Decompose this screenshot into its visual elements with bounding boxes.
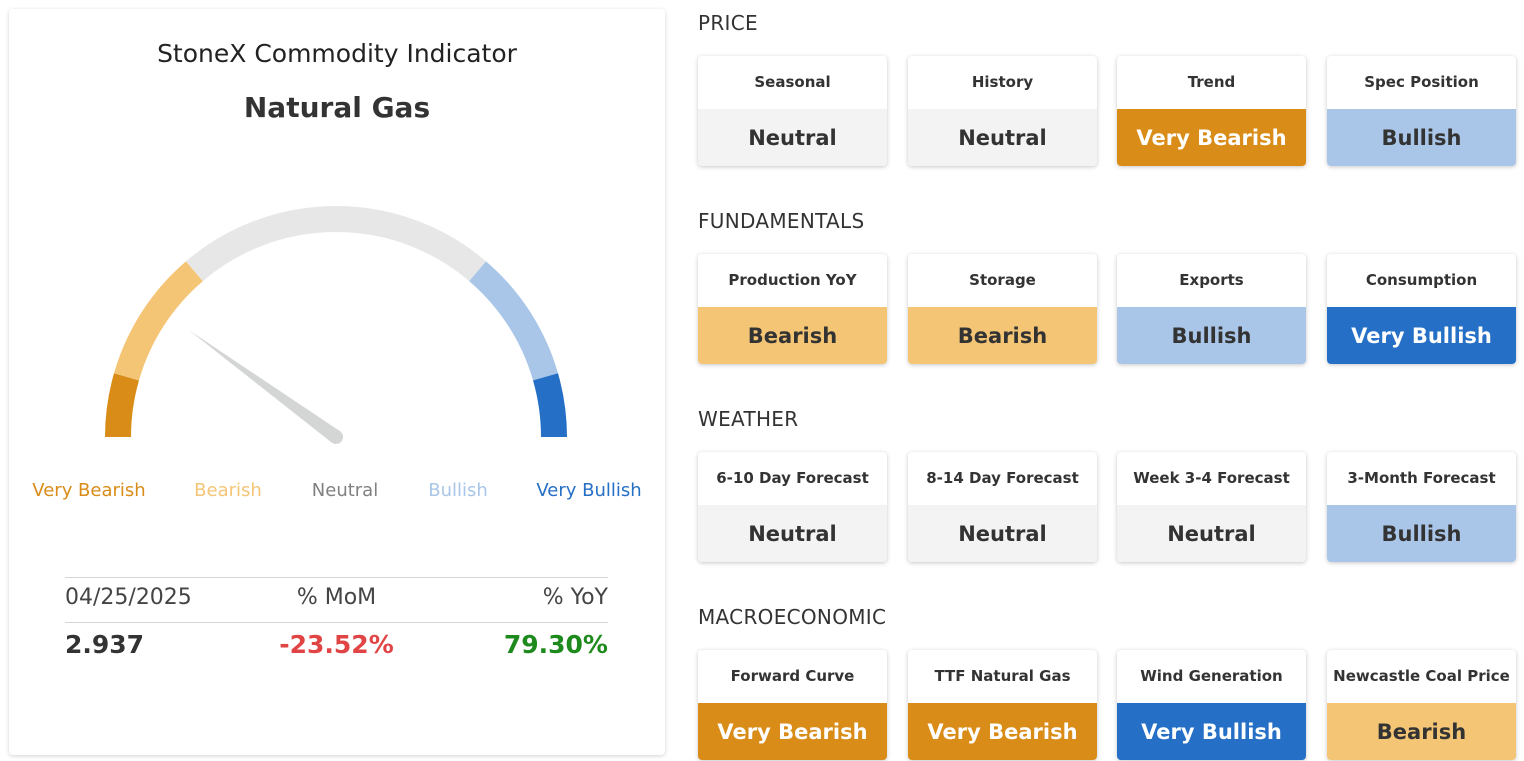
stats-mom-label: % MoM — [296, 585, 377, 610]
card-value: Neutral — [698, 505, 887, 562]
section-title-macroeconomic: MACROECONOMIC — [698, 605, 887, 629]
card-label: Seasonal — [754, 73, 831, 91]
card-label: Spec Position — [1364, 73, 1479, 91]
card-3-month-forecast[interactable]: 3-Month Forecast Bullish — [1327, 452, 1516, 562]
section-title-weather: WEATHER — [698, 407, 799, 431]
card-value: Neutral — [908, 505, 1097, 562]
card-value: Very Bearish — [698, 703, 887, 760]
card-trend[interactable]: Trend Very Bearish — [1117, 56, 1306, 166]
card-6-10-day-forecast[interactable]: 6-10 Day Forecast Neutral — [698, 452, 887, 562]
card-value: Bullish — [1327, 505, 1516, 562]
card-value: Bullish — [1117, 307, 1306, 364]
gauge-segment-very-bullish — [532, 373, 567, 438]
card-value: Bearish — [698, 307, 887, 364]
card-label: Wind Generation — [1140, 667, 1283, 685]
stats-yoy-value: 79.30% — [503, 630, 608, 659]
card-label: Week 3-4 Forecast — [1133, 469, 1290, 487]
card-label: Exports — [1179, 271, 1244, 289]
section-title-fundamentals: FUNDAMENTALS — [698, 209, 865, 233]
card-history[interactable]: History Neutral — [908, 56, 1097, 166]
card-value: Neutral — [908, 109, 1097, 166]
card-8-14-day-forecast[interactable]: 8-14 Day Forecast Neutral — [908, 452, 1097, 562]
section-title-price: PRICE — [698, 11, 758, 35]
card-label: Production YoY — [728, 271, 857, 289]
card-value: Bearish — [908, 307, 1097, 364]
card-value: Bearish — [1327, 703, 1516, 760]
card-label: TTF Natural Gas — [934, 667, 1071, 685]
card-newcastle-coal-price[interactable]: Newcastle Coal Price Bearish — [1327, 650, 1516, 760]
card-value: Bullish — [1327, 109, 1516, 166]
card-value: Very Bearish — [1117, 109, 1306, 166]
legend-bearish: Bearish — [194, 480, 262, 501]
stats-price: 2.937 — [65, 630, 145, 659]
card-label: 3-Month Forecast — [1347, 469, 1496, 487]
indicator-panel: StoneX Commodity Indicator Natural Gas V… — [9, 9, 665, 755]
stats-date: 04/25/2025 — [65, 585, 192, 610]
card-value: Neutral — [698, 109, 887, 166]
stats-mom-value: -23.52% — [279, 630, 394, 659]
legend-very-bearish: Very Bearish — [32, 480, 146, 501]
sentiment-gauge — [105, 205, 567, 444]
card-label: 8-14 Day Forecast — [926, 469, 1079, 487]
card-value: Very Bullish — [1327, 307, 1516, 364]
card-label: History — [971, 73, 1034, 91]
card-label: Storage — [969, 271, 1036, 289]
gauge-needle — [188, 330, 341, 443]
stats-yoy-label: % YoY — [542, 585, 608, 610]
card-consumption[interactable]: Consumption Very Bullish — [1327, 254, 1516, 364]
card-forward-curve[interactable]: Forward Curve Very Bearish — [698, 650, 887, 760]
gauge-segment-neutral — [185, 205, 487, 282]
gauge-legend: Very Bearish Bearish Neutral Bullish Ver… — [9, 480, 665, 504]
gauge-needle-hub — [329, 430, 343, 444]
gauge-segment-very-bearish — [105, 373, 140, 438]
card-value: Very Bearish — [908, 703, 1097, 760]
stats-values-row: 2.937 -23.52% 79.30% — [65, 623, 608, 667]
card-spec-position[interactable]: Spec Position Bullish — [1327, 56, 1516, 166]
card-label: Consumption — [1365, 271, 1478, 289]
legend-bullish: Bullish — [428, 480, 488, 501]
legend-neutral: Neutral — [311, 480, 379, 501]
stats-header-row: 04/25/2025 % MoM % YoY — [65, 578, 608, 622]
card-storage[interactable]: Storage Bearish — [908, 254, 1097, 364]
card-seasonal[interactable]: Seasonal Neutral — [698, 56, 887, 166]
card-production-yoy[interactable]: Production YoY Bearish — [698, 254, 887, 364]
card-label: 6-10 Day Forecast — [716, 469, 869, 487]
card-value: Very Bullish — [1117, 703, 1306, 760]
price-stats: 04/25/2025 % MoM % YoY 2.937 -23.52% 79.… — [65, 577, 608, 667]
card-exports[interactable]: Exports Bullish — [1117, 254, 1306, 364]
legend-very-bullish: Very Bullish — [536, 480, 642, 501]
card-week-3-4-forecast[interactable]: Week 3-4 Forecast Neutral — [1117, 452, 1306, 562]
card-ttf-natural-gas[interactable]: TTF Natural Gas Very Bearish — [908, 650, 1097, 760]
card-label: Forward Curve — [730, 667, 855, 685]
gauge-segment-bullish — [468, 261, 558, 381]
card-wind-generation[interactable]: Wind Generation Very Bullish — [1117, 650, 1306, 760]
card-label: Newcastle Coal Price — [1333, 667, 1510, 685]
gauge-segment-bearish — [114, 261, 204, 381]
card-label: Trend — [1187, 73, 1236, 91]
card-value: Neutral — [1117, 505, 1306, 562]
